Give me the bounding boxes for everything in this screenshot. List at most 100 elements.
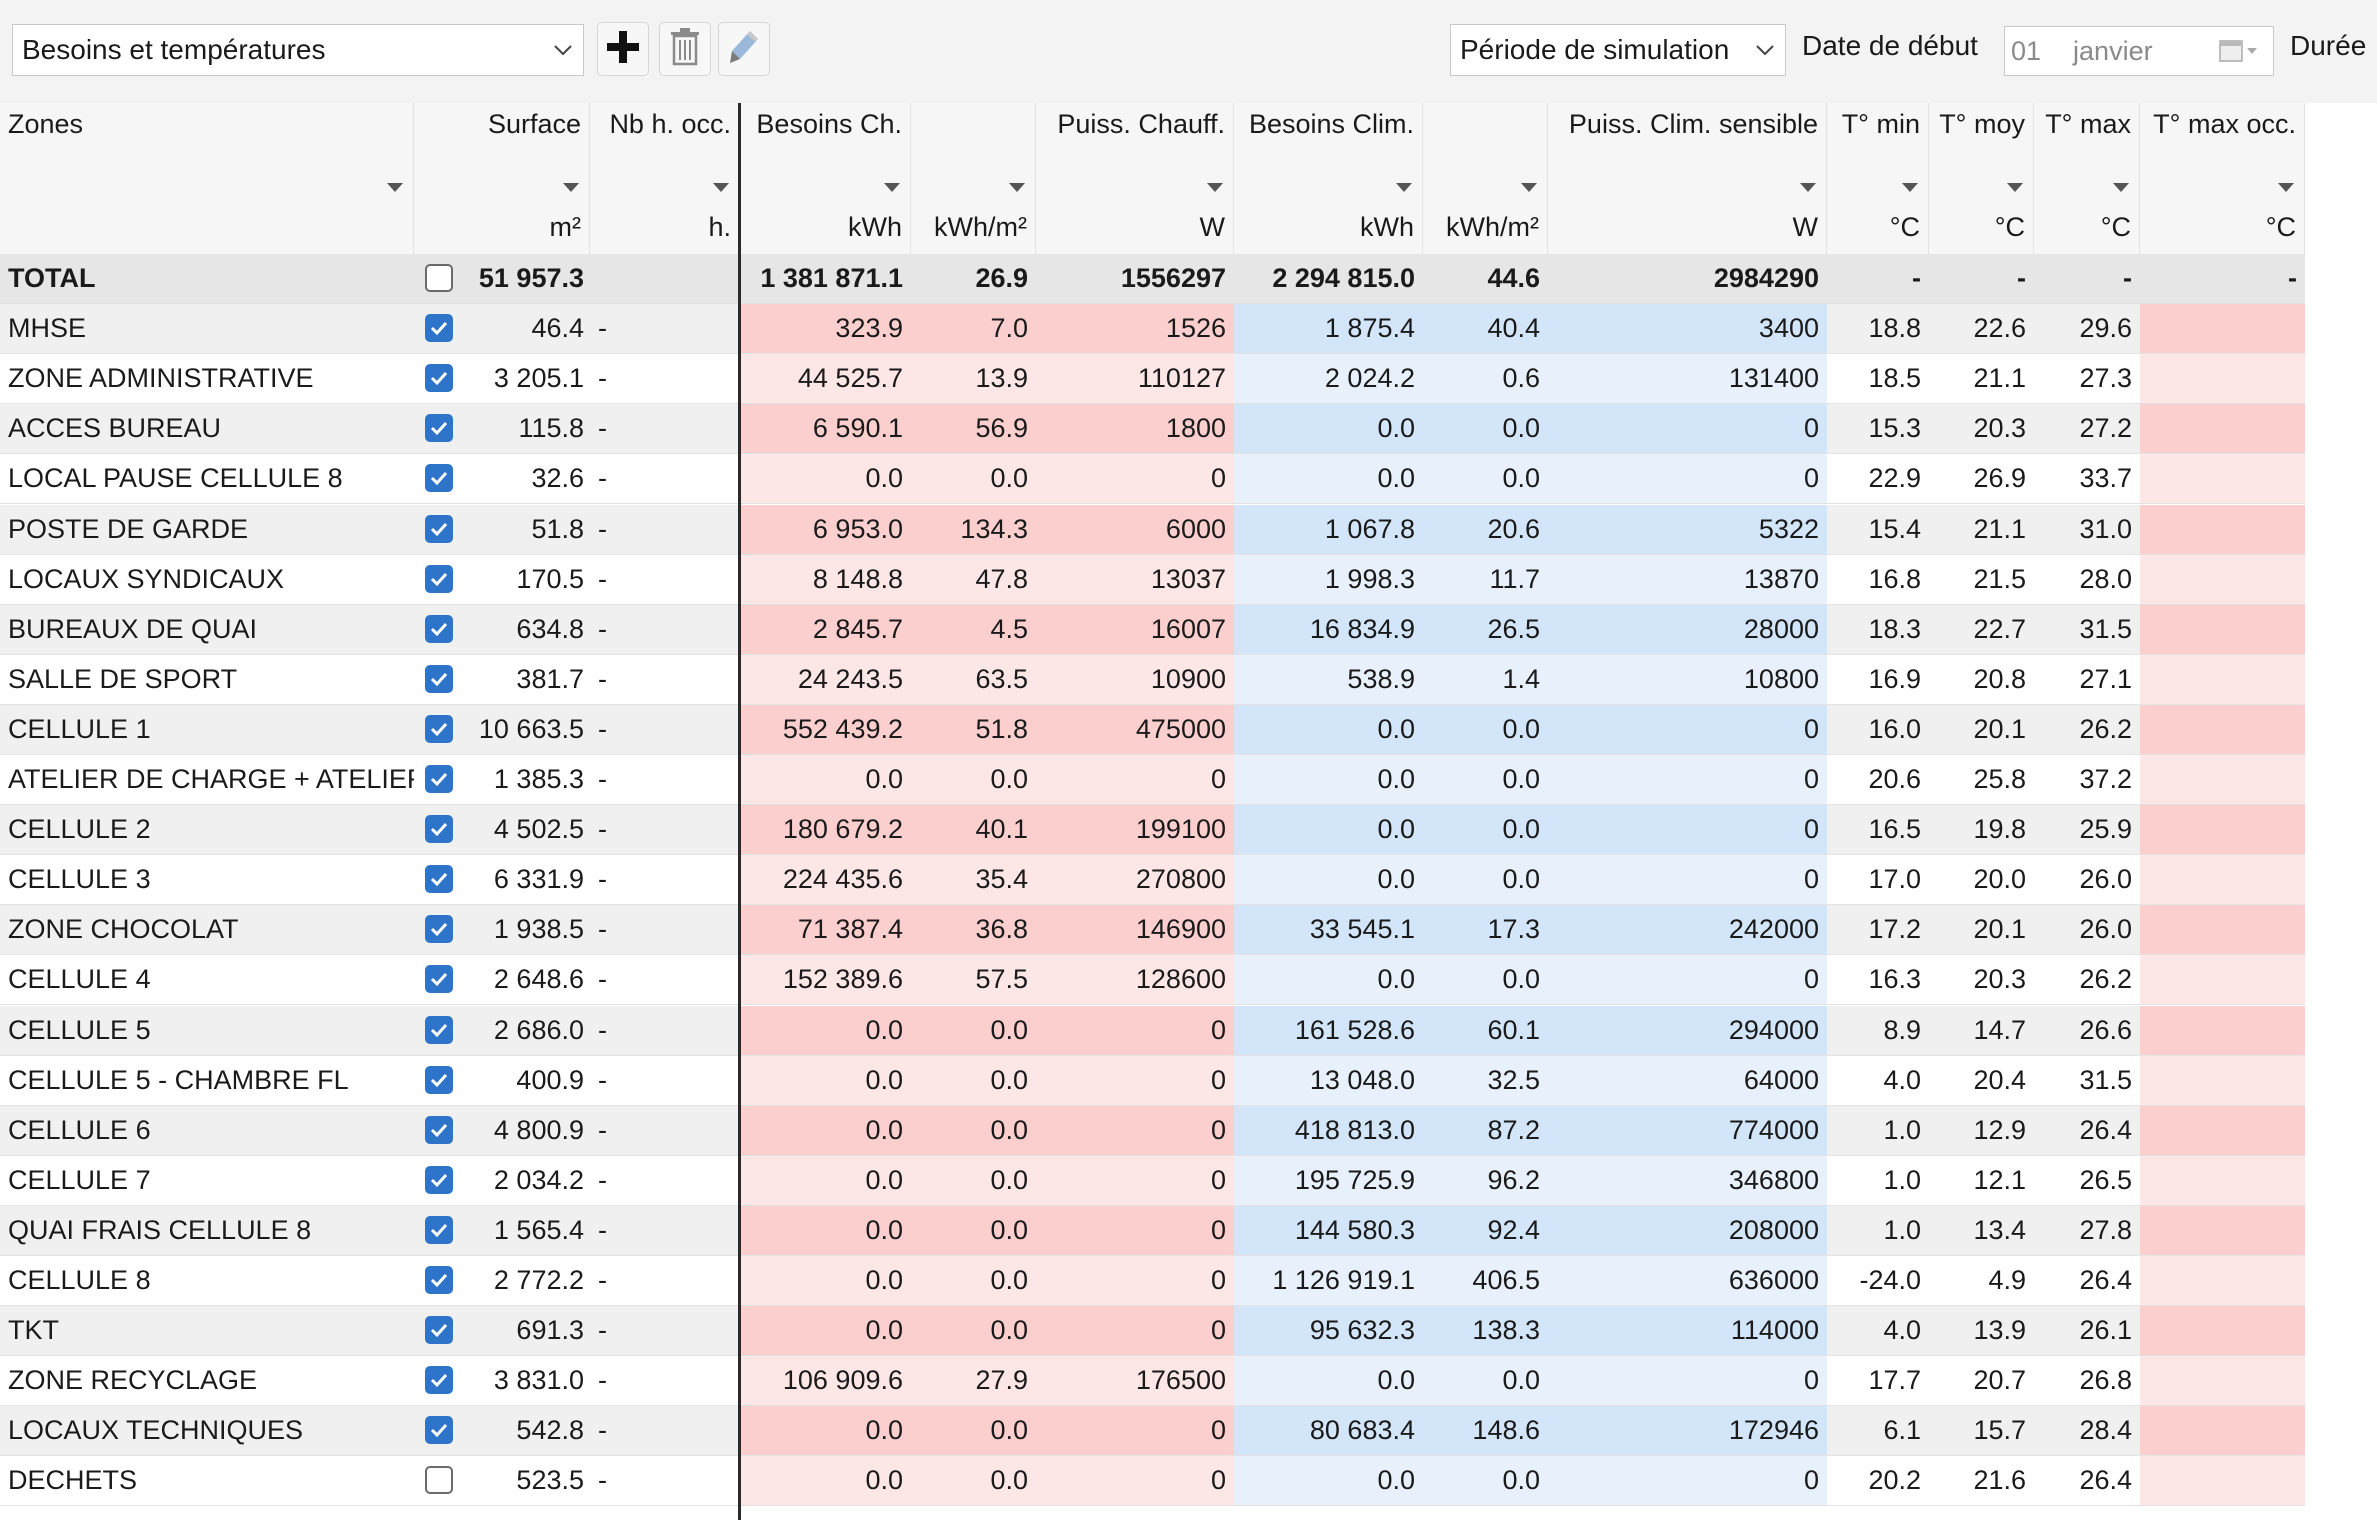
checkbox-checked[interactable] — [425, 1266, 453, 1294]
cell-zone[interactable]: ACCES BUREAU — [0, 404, 414, 454]
column-header-1[interactable]: Surface — [414, 103, 590, 204]
checkbox-checked[interactable] — [425, 1015, 453, 1044]
view-select[interactable]: Besoins et températures — [12, 24, 584, 76]
table-row[interactable]: QUAI FRAIS CELLULE 81 565.4-0.0 0.0 0 144 5… — [0, 1205, 2305, 1256]
checkbox-checked[interactable] — [425, 815, 453, 844]
table-row[interactable]: MHSE 46.4-323.9 7.0 1526 1 875.4 40.4 3400 18.8… — [0, 304, 2305, 355]
checkbox-checked[interactable] — [425, 364, 453, 393]
filter-caret-icon[interactable] — [1396, 183, 1412, 192]
table-row[interactable]: ZONE RECYCLAGE 3 831.0-106 909.6 27.9 17650… — [0, 1356, 2305, 1407]
cell-zone[interactable]: CELLULE 4 — [0, 955, 414, 1005]
start-date-field[interactable]: 01 janvier — [2004, 26, 2274, 76]
cell-zone[interactable]: DECHETS — [0, 1456, 414, 1506]
checkbox-unchecked[interactable] — [425, 1466, 453, 1495]
cell-zone[interactable]: LOCAL PAUSE CELLULE 8 — [0, 454, 414, 504]
table-row[interactable]: CELLULE 72 034.2-0.0 0.0 0 195 725.9 96.2 346… — [0, 1155, 2305, 1206]
table-row[interactable]: CELLULE 64 800.9-0.0 0.0 0 418 813.0 87.2 774… — [0, 1105, 2305, 1156]
checkbox-checked[interactable] — [425, 1215, 453, 1244]
checkbox-checked[interactable] — [425, 1115, 453, 1144]
filter-caret-icon[interactable] — [2113, 183, 2129, 192]
checkbox-checked[interactable] — [425, 614, 453, 643]
checkbox-checked[interactable] — [425, 1366, 453, 1395]
filter-caret-icon[interactable] — [2007, 183, 2023, 192]
table-row[interactable]: TKT 691.3-0.0 0.0 0 95 632.3 138.3 114000 4.0 13… — [0, 1306, 2305, 1357]
period-select[interactable]: Période de simulation — [1450, 24, 1786, 76]
cell-zone[interactable]: TOTAL — [0, 254, 414, 303]
filter-caret-icon[interactable] — [563, 183, 579, 192]
cell-zone[interactable]: CELLULE 1 — [0, 704, 414, 754]
table-row[interactable]: LOCAL PAUSE CELLULE 8 32.6-0.0 0.0 0 0.0 0.0 0… — [0, 454, 2305, 505]
checkbox-checked[interactable] — [425, 1165, 453, 1194]
cell-zone[interactable]: SALLE DE SPORT — [0, 654, 414, 704]
checkbox-checked[interactable] — [425, 714, 453, 743]
cell-zone[interactable]: CELLULE 3 — [0, 855, 414, 905]
table-row[interactable]: ZONE CHOCOLAT 1 938.5-71 387.4 36.8 146900 3… — [0, 905, 2305, 956]
table-row[interactable]: ACCES BUREAU 115.8-6 590.1 56.9 1800 0.0 0.0 0… — [0, 404, 2305, 455]
table-row[interactable]: LOCAUX TECHNIQUES 542.8-0.0 0.0 0 80 683.4 14… — [0, 1406, 2305, 1457]
filter-caret-icon[interactable] — [1521, 183, 1537, 192]
cell-zone[interactable]: MHSE — [0, 304, 414, 354]
checkbox-checked[interactable] — [425, 965, 453, 994]
column-header-4[interactable] — [911, 103, 1036, 204]
column-header-3[interactable]: Besoins Ch. — [740, 103, 911, 204]
cell-zone[interactable]: CELLULE 7 — [0, 1155, 414, 1205]
total-row[interactable]: TOTAL 51 957.3 1 381 871.1 26.9 1556297 2 294… — [0, 254, 2305, 304]
checkbox-checked[interactable] — [425, 915, 453, 944]
table-row[interactable]: CELLULE 42 648.6-152 389.6 57.5 128600 0.0 0… — [0, 955, 2305, 1006]
cell-zone[interactable]: QUAI FRAIS CELLULE 8 — [0, 1205, 414, 1255]
checkbox-checked[interactable] — [425, 414, 453, 443]
cell-zone[interactable]: ATELIER DE CHARGE + ATELIER — [0, 755, 414, 804]
column-header-6[interactable]: Besoins Clim. — [1234, 103, 1423, 204]
filter-caret-icon[interactable] — [387, 183, 403, 192]
checkbox-checked[interactable] — [425, 664, 453, 693]
delete-button[interactable] — [659, 22, 711, 76]
filter-caret-icon[interactable] — [1800, 183, 1816, 192]
column-header-12[interactable]: T° max occ. — [2140, 103, 2305, 204]
checkbox-checked[interactable] — [425, 865, 453, 894]
cell-zone[interactable]: LOCAUX SYNDICAUX — [0, 554, 414, 604]
table-row[interactable]: DECHETS 523.5-0.0 0.0 0 0.0 0.0 0 20.2 21.6 26.4 — [0, 1456, 2305, 1507]
column-header-8[interactable]: Puiss. Clim. sensible — [1548, 103, 1827, 204]
filter-caret-icon[interactable] — [2278, 183, 2294, 192]
column-header-7[interactable] — [1423, 103, 1548, 204]
cell-zone[interactable]: ZONE CHOCOLAT — [0, 905, 414, 955]
checkbox-checked[interactable] — [425, 464, 453, 493]
filter-caret-icon[interactable] — [1009, 183, 1025, 192]
column-header-9[interactable]: T° min — [1827, 103, 1929, 204]
checkbox-checked[interactable] — [425, 1065, 453, 1094]
cell-zone[interactable]: ZONE ADMINISTRATIVE — [0, 354, 414, 404]
column-header-2[interactable]: Nb h. occ. — [590, 103, 740, 204]
table-row[interactable]: LOCAUX SYNDICAUX 170.5-8 148.8 47.8 13037 1 … — [0, 554, 2305, 605]
table-row[interactable]: BUREAUX DE QUAI 634.8-2 845.7 4.5 16007 16 8… — [0, 604, 2305, 655]
cell-zone[interactable]: ZONE RECYCLAGE — [0, 1356, 414, 1406]
checkbox-unchecked[interactable] — [425, 264, 453, 292]
table-row[interactable]: CELLULE 5 - CHAMBRE FL 400.9-0.0 0.0 0 13 04… — [0, 1055, 2305, 1106]
table-row[interactable]: ZONE ADMINISTRATIVE 3 205.1-44 525.7 13.9 1… — [0, 354, 2305, 405]
checkbox-checked[interactable] — [425, 564, 453, 593]
table-row[interactable]: SALLE DE SPORT 381.7-24 243.5 63.5 10900 538… — [0, 654, 2305, 705]
checkbox-checked[interactable] — [425, 314, 453, 343]
cell-zone[interactable]: TKT — [0, 1306, 414, 1356]
cell-zone[interactable]: CELLULE 5 — [0, 1005, 414, 1055]
cell-zone[interactable]: BUREAUX DE QUAI — [0, 604, 414, 654]
cell-zone[interactable]: POSTE DE GARDE — [0, 504, 414, 554]
table-row[interactable]: POSTE DE GARDE 51.8-6 953.0 134.3 6000 1 067… — [0, 504, 2305, 555]
table-row[interactable]: CELLULE 52 686.0-0.0 0.0 0 161 528.6 60.1 294… — [0, 1005, 2305, 1056]
table-row[interactable]: CELLULE 24 502.5-180 679.2 40.1 199100 0.0 0… — [0, 805, 2305, 856]
filter-caret-icon[interactable] — [1207, 183, 1223, 192]
calendar-icon[interactable] — [2219, 39, 2259, 70]
filter-caret-icon[interactable] — [713, 183, 729, 192]
table-row[interactable]: CELLULE 82 772.2-0.0 0.0 0 1 126 919.1 406.5… — [0, 1256, 2305, 1306]
cell-zone[interactable]: CELLULE 8 — [0, 1256, 414, 1305]
column-header-11[interactable]: T° max — [2034, 103, 2140, 204]
checkbox-checked[interactable] — [425, 514, 453, 543]
cell-zone[interactable]: CELLULE 2 — [0, 805, 414, 855]
checkbox-checked[interactable] — [425, 1316, 453, 1345]
cell-zone[interactable]: LOCAUX TECHNIQUES — [0, 1406, 414, 1456]
table-row[interactable]: CELLULE 1 10 663.5-552 439.2 51.8 475000 0.0… — [0, 704, 2305, 755]
checkbox-checked[interactable] — [425, 765, 453, 793]
column-header-10[interactable]: T° moy — [1929, 103, 2034, 204]
cell-zone[interactable]: CELLULE 5 - CHAMBRE FL — [0, 1055, 414, 1105]
cell-zone[interactable]: CELLULE 6 — [0, 1105, 414, 1155]
column-header-5[interactable]: Puiss. Chauff. — [1036, 103, 1234, 204]
